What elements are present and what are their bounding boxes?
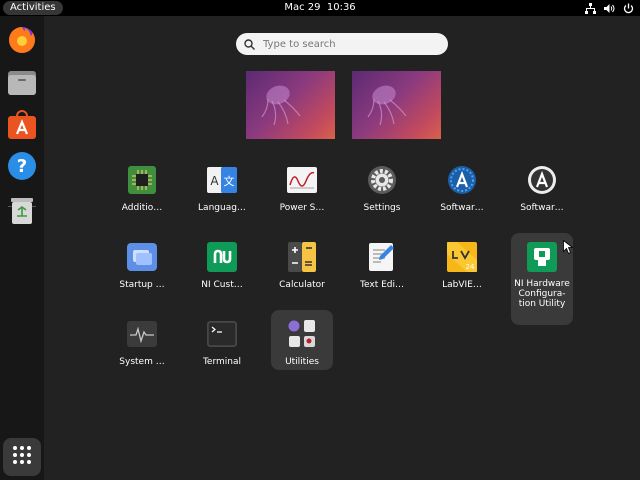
volume-icon[interactable] (604, 3, 615, 14)
app-label: Languag… (198, 203, 246, 213)
search-input[interactable] (261, 37, 435, 51)
app-settings[interactable]: Settings (351, 164, 413, 214)
app-additional-drivers[interactable]: Additio… (111, 164, 173, 214)
app-grid-icon (12, 445, 32, 469)
dock-files[interactable] (4, 66, 40, 102)
dock: ? (0, 16, 44, 480)
labview-icon: 24 (446, 241, 478, 273)
firefox-icon (7, 25, 37, 59)
app-label: Utilities (285, 357, 319, 367)
text-editor-icon (366, 241, 398, 273)
app-labview[interactable]: 24 LabVIE… (431, 241, 493, 291)
app-label: NI Cust… (201, 280, 243, 290)
system-monitor-icon (126, 318, 158, 350)
network-icon[interactable] (585, 2, 596, 14)
startup-icon (126, 241, 158, 273)
svg-text:A: A (210, 174, 219, 188)
app-calculator[interactable]: Calculator (271, 241, 333, 291)
app-power-statistics[interactable]: Power S… (271, 164, 333, 214)
clock: Mac 29 10:36 (0, 0, 640, 16)
power-stats-icon (286, 164, 318, 196)
search-bar[interactable] (236, 33, 448, 55)
top-bar: Activities Mac 29 10:36 (0, 0, 640, 16)
app-label: Startup … (119, 280, 165, 290)
jellyfish-wallpaper-icon (367, 85, 407, 126)
app-label: LabVIE… (442, 280, 482, 290)
dock-trash[interactable] (4, 194, 40, 230)
ni-logo-icon (206, 241, 238, 273)
app-label: Additio… (121, 203, 163, 213)
app-label: Settings (363, 203, 401, 213)
app-ni-customer-experience[interactable]: NI Cust… (191, 241, 253, 291)
mouse-cursor-icon (563, 239, 574, 258)
app-label: Power S… (279, 203, 325, 213)
files-icon (8, 69, 36, 99)
dock-help[interactable]: ? (4, 150, 40, 186)
chip-icon (126, 164, 158, 196)
dock-ubuntu-software[interactable] (4, 108, 40, 144)
workspace-thumbnail-1[interactable] (246, 71, 335, 139)
calculator-icon (286, 241, 318, 273)
app-label: System … (119, 357, 165, 367)
app-terminal[interactable]: Terminal (191, 318, 253, 368)
show-applications-button[interactable] (3, 438, 41, 476)
app-label: Text Edi… (360, 280, 404, 290)
utilities-folder-icon (286, 318, 318, 350)
app-label: Softwar… (440, 203, 484, 213)
activities-button[interactable]: Activities (3, 1, 63, 15)
app-label: Softwar… (520, 203, 564, 213)
dock-firefox[interactable] (4, 24, 40, 60)
system-tray[interactable] (585, 2, 634, 14)
power-icon[interactable] (623, 3, 634, 14)
svg-text:?: ? (17, 156, 27, 177)
app-software-properties[interactable]: Softwar… (511, 164, 573, 214)
search-icon (244, 35, 255, 54)
software-blue-icon (446, 164, 478, 196)
app-label: Terminal (202, 357, 242, 367)
app-label: Calculator (279, 280, 325, 290)
app-startup-applications[interactable]: Startup … (111, 241, 173, 291)
app-software-updater[interactable]: Softwar… (431, 164, 493, 214)
software-store-icon (8, 109, 36, 143)
jellyfish-wallpaper-icon (261, 85, 301, 126)
svg-text:24: 24 (466, 263, 475, 271)
settings-gear-icon (366, 164, 398, 196)
trash-icon (10, 196, 34, 228)
clock-date[interactable]: Mac 29 (284, 2, 320, 13)
app-system-monitor[interactable]: System … (111, 318, 173, 368)
clock-time[interactable]: 10:36 (327, 2, 356, 13)
app-text-editor[interactable]: Text Edi… (351, 241, 413, 291)
svg-text:文: 文 (224, 174, 235, 188)
software-dark-icon (526, 164, 558, 196)
help-icon: ? (7, 151, 37, 185)
terminal-icon (206, 318, 238, 350)
app-language-support[interactable]: A文 Languag… (191, 164, 253, 214)
app-label: NI Hardware Configura-tion Utility (514, 279, 570, 309)
workspace-thumbnail-2[interactable] (352, 71, 441, 139)
language-icon: A文 (206, 164, 238, 196)
app-utilities-folder[interactable]: Utilities (271, 310, 333, 370)
ni-hardware-icon (526, 241, 558, 273)
